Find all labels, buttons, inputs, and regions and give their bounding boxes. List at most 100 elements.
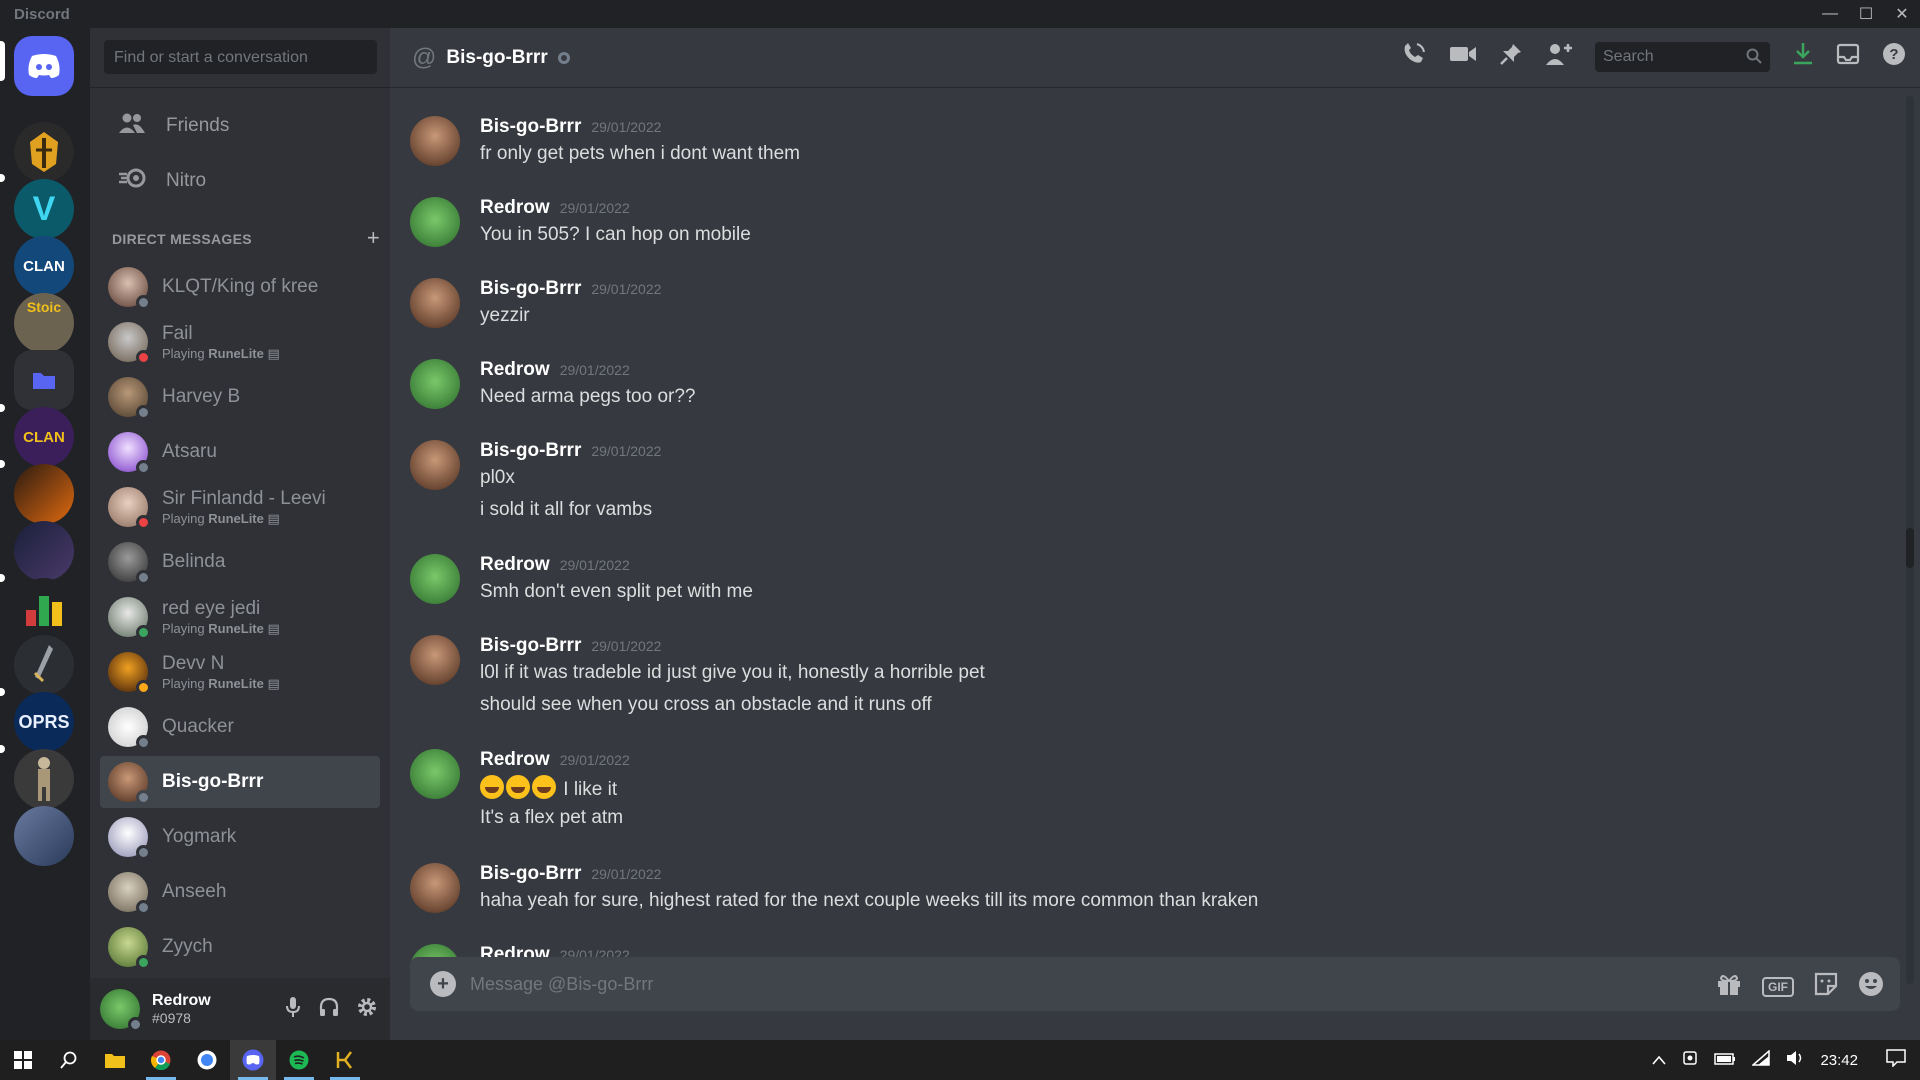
help-icon[interactable]: ? [1882, 42, 1906, 72]
message-author[interactable]: Bis-go-Brrr [480, 635, 581, 657]
dm-item[interactable]: Devv N Playing RuneLite ▤ [100, 646, 380, 698]
server-icon-anime[interactable] [14, 806, 74, 866]
message-author[interactable]: Redrow [480, 359, 550, 381]
server-icon-fire[interactable] [14, 464, 74, 524]
runelite-icon[interactable] [322, 1040, 368, 1080]
search-input[interactable]: Search [1595, 42, 1770, 72]
message-author[interactable]: Redrow [480, 749, 550, 771]
status-offline [136, 845, 151, 860]
microphone-icon[interactable] [284, 996, 302, 1024]
close-icon[interactable]: ✕ [1884, 0, 1920, 28]
server-icon-dark[interactable] [14, 521, 74, 581]
server-icon-clan-europe[interactable]: CLAN [14, 407, 74, 467]
dm-name: KLQT/King of kree [162, 276, 319, 297]
create-dm-plus-icon[interactable]: + [367, 225, 380, 251]
server-icon-chart[interactable] [14, 578, 74, 638]
home-button[interactable] [14, 36, 74, 96]
headphones-icon[interactable] [318, 996, 340, 1024]
server-icon-warrior[interactable] [14, 749, 74, 809]
nav-nitro[interactable]: Nitro [100, 156, 380, 206]
message-avatar[interactable] [410, 359, 460, 409]
dm-item[interactable]: red eye jedi Playing RuneLite ▤ [100, 591, 380, 643]
message-timestamp: 29/01/2022 [559, 752, 630, 768]
message: Redrow 29/01/2022 You in 505? I can hop o… [410, 197, 1890, 257]
upload-plus-icon[interactable]: + [430, 971, 456, 997]
tray-app-icon[interactable] [1682, 1050, 1698, 1070]
user-avatar[interactable] [100, 989, 143, 1032]
find-conversation-input[interactable]: Find or start a conversation [104, 40, 377, 74]
message-author[interactable]: Bis-go-Brrr [480, 863, 581, 885]
message-avatar[interactable] [410, 278, 460, 328]
message-avatar[interactable] [410, 554, 460, 604]
server-icon-helmet[interactable] [14, 122, 74, 182]
wifi-icon[interactable] [1751, 1049, 1771, 1070]
message-avatar[interactable] [410, 863, 460, 913]
dm-activity: Playing RuneLite ▤ [162, 675, 280, 691]
chrome-icon[interactable] [138, 1040, 184, 1080]
message-avatar[interactable] [410, 749, 460, 799]
inbox-icon[interactable] [1836, 43, 1860, 71]
browser-icon[interactable] [184, 1040, 230, 1080]
volume-icon[interactable] [1786, 1050, 1804, 1070]
server-icon-oprs[interactable]: OPRS [14, 692, 74, 752]
voice-call-icon[interactable] [1401, 42, 1427, 72]
file-explorer-icon[interactable] [92, 1040, 138, 1080]
notifications-icon[interactable] [1886, 1049, 1906, 1071]
friends-icon [112, 112, 152, 140]
dm-item[interactable]: Anseeh [100, 866, 380, 918]
message-text: Need arma pegs too or?? [480, 386, 696, 407]
spotify-icon[interactable] [276, 1040, 322, 1080]
settings-gear-icon[interactable] [356, 996, 378, 1024]
message-text: haha yeah for sure, highest rated for th… [480, 890, 1259, 911]
dm-item[interactable]: Sir Finlandd - Leevi Playing RuneLite ▤ [100, 481, 380, 533]
dm-item[interactable]: Yogmark [100, 811, 380, 863]
download-icon[interactable] [1792, 42, 1814, 72]
dm-item[interactable]: Zyych [100, 921, 380, 973]
video-call-icon[interactable] [1449, 44, 1477, 70]
message-author[interactable]: Redrow [480, 554, 550, 576]
server-folder[interactable] [14, 350, 74, 410]
clock[interactable]: 23:42 [1820, 1052, 1858, 1069]
gif-button[interactable]: GIF [1762, 977, 1794, 997]
status-offline [136, 790, 151, 805]
windows-start-icon[interactable] [0, 1040, 46, 1080]
server-icon-stoic[interactable]: Stoic [14, 293, 74, 353]
server-icon-v[interactable]: V [14, 179, 74, 239]
dm-item[interactable]: Belinda [100, 536, 380, 588]
message-author[interactable]: Bis-go-Brrr [480, 440, 581, 462]
tray-chevron-up-icon[interactable] [1652, 1052, 1667, 1069]
message-avatar[interactable] [410, 197, 460, 247]
dm-item[interactable]: Fail Playing RuneLite ▤ [100, 316, 380, 368]
status-offline [136, 295, 151, 310]
dm-item[interactable]: Atsaru [100, 426, 380, 478]
dm-item[interactable]: Harvey B [100, 371, 380, 423]
message-avatar[interactable] [410, 440, 460, 490]
message-author[interactable]: Bis-go-Brrr [480, 116, 581, 138]
message-composer[interactable]: + Message @Bis-go-Brrr GIF [410, 957, 1900, 1011]
add-friend-to-dm-icon[interactable] [1545, 42, 1573, 72]
message-avatar[interactable] [410, 635, 460, 685]
dm-item[interactable]: Quacker [100, 701, 380, 753]
dm-item[interactable]: KLQT/King of kree [100, 261, 380, 313]
message-input[interactable]: Message @Bis-go-Brrr [470, 974, 653, 995]
avatar [108, 652, 151, 695]
sticker-icon[interactable] [1814, 972, 1838, 1002]
discord-taskbar-icon[interactable] [230, 1040, 276, 1080]
dm-item-selected[interactable]: Bis-go-Brrr [100, 756, 380, 808]
message-author[interactable]: Redrow [480, 197, 550, 219]
message-avatar[interactable] [410, 116, 460, 166]
server-icon-clan[interactable]: CLAN [14, 236, 74, 296]
joy-emoji-icon [480, 775, 504, 799]
battery-icon[interactable] [1714, 1052, 1736, 1069]
gift-icon[interactable] [1716, 972, 1742, 1002]
search-icon[interactable] [46, 1040, 92, 1080]
nav-friends[interactable]: Friends [100, 101, 380, 151]
pinned-messages-icon[interactable] [1499, 42, 1523, 72]
server-icon-sword[interactable] [14, 635, 74, 695]
message-author[interactable]: Bis-go-Brrr [480, 278, 581, 300]
minimize-icon[interactable]: — [1812, 0, 1848, 28]
emoji-picker-icon[interactable] [1858, 971, 1884, 1003]
maximize-icon[interactable]: ☐ [1848, 0, 1884, 28]
message-timestamp: 29/01/2022 [591, 119, 662, 135]
scrollbar-thumb[interactable] [1906, 528, 1914, 568]
